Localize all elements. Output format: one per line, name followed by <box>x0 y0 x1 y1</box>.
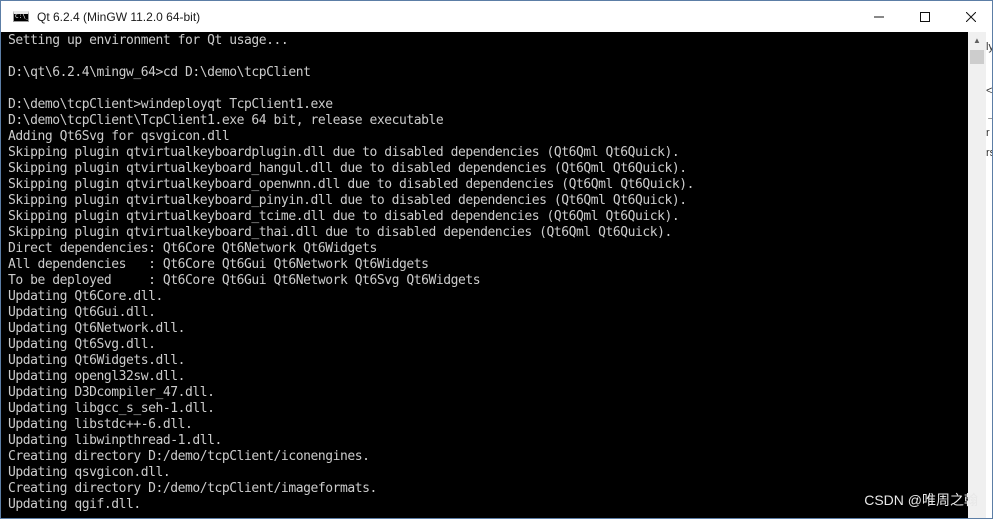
terminal-line: Skipping plugin qtvirtualkeyboard_pinyin… <box>8 193 687 208</box>
terminal-line: Updating Qt6Network.dll. <box>8 321 186 336</box>
terminal-line: Updating qsvgicon.dll. <box>8 465 171 480</box>
terminal-line: Creating directory D:/demo/tcpClient/ima… <box>8 481 377 496</box>
console-window: C:\_ Qt 6.2.4 (MinGW 11.2.0 64-bit) Sett… <box>0 0 993 519</box>
terminal-line: Adding Qt6Svg for qsvgicon.dll <box>8 129 230 144</box>
terminal-line: Setting up environment for Qt usage... <box>8 33 289 48</box>
terminal-line: Skipping plugin qtvirtualkeyboard_hangul… <box>8 161 687 176</box>
terminal-line: Creating directory D:/demo/tcpClient/ico… <box>8 449 370 464</box>
scroll-up-icon: ▲ <box>973 36 981 45</box>
terminal-line: Skipping plugin qtvirtualkeyboard_thai.d… <box>8 225 672 240</box>
terminal-line: Updating opengl32sw.dll. <box>8 369 186 384</box>
terminal-line: Updating D3Dcompiler_47.dll. <box>8 385 215 400</box>
terminal-output[interactable]: Setting up environment for Qt usage... D… <box>1 32 968 518</box>
terminal-line: Skipping plugin qtvirtualkeyboard_openwn… <box>8 177 695 192</box>
terminal-line: All dependencies : Qt6Core Qt6Gui Qt6Net… <box>8 257 429 272</box>
terminal-line: To be deployed : Qt6Core Qt6Gui Qt6Netwo… <box>8 273 481 288</box>
background-window-edge: ly <( → r rs <box>986 1 993 518</box>
maximize-button[interactable] <box>902 1 948 32</box>
terminal-line: D:\demo\tcpClient>windeployqt TcpClient1… <box>8 97 333 112</box>
csdn-watermark: CSDN @唯周之翰 <box>864 492 978 508</box>
terminal-line: D:\demo\tcpClient\TcpClient1.exe 64 bit,… <box>8 113 444 128</box>
terminal-line: Updating libgcc_s_seh-1.dll. <box>8 401 215 416</box>
background-fragment: → <box>986 111 992 123</box>
terminal-line: Updating Qt6Widgets.dll. <box>8 353 186 368</box>
maximize-icon <box>920 11 930 22</box>
window-title: Qt 6.2.4 (MinGW 11.2.0 64-bit) <box>37 9 201 24</box>
scroll-thumb[interactable] <box>970 50 984 64</box>
title-bar[interactable]: C:\_ Qt 6.2.4 (MinGW 11.2.0 64-bit) <box>1 1 992 32</box>
terminal-line: Skipping plugin qtvirtualkeyboard_tcime.… <box>8 209 680 224</box>
terminal-line: Updating Qt6Gui.dll. <box>8 305 156 320</box>
terminal-line: Updating qgif.dll. <box>8 497 141 512</box>
window-controls <box>856 1 992 32</box>
background-fragment: ly <box>986 41 992 53</box>
scroll-up-button[interactable]: ▲ <box>968 32 986 49</box>
background-fragment: r <box>986 127 990 139</box>
minimize-button[interactable] <box>856 1 902 32</box>
terminal-line: Skipping plugin qtvirtualkeyboardplugin.… <box>8 145 680 160</box>
terminal-line: Updating Qt6Core.dll. <box>8 289 163 304</box>
background-fragment: rs <box>986 147 992 159</box>
terminal-line: D:\qt\6.2.4\mingw_64>cd D:\demo\tcpClien… <box>8 65 311 80</box>
vertical-scrollbar[interactable]: ▲ <box>968 32 986 518</box>
terminal-lines: Setting up environment for Qt usage... D… <box>8 33 694 513</box>
minimize-icon <box>874 12 884 22</box>
terminal-line: Direct dependencies: Qt6Core Qt6Network … <box>8 241 377 256</box>
terminal-line: Updating libstdc++-6.dll. <box>8 417 193 432</box>
terminal-line: Updating libwinpthread-1.dll. <box>8 433 222 448</box>
background-fragment: <( <box>986 85 993 97</box>
console-app-icon[interactable]: C:\_ <box>13 11 29 22</box>
close-icon <box>966 11 976 22</box>
terminal-line: Updating Qt6Svg.dll. <box>8 337 156 352</box>
